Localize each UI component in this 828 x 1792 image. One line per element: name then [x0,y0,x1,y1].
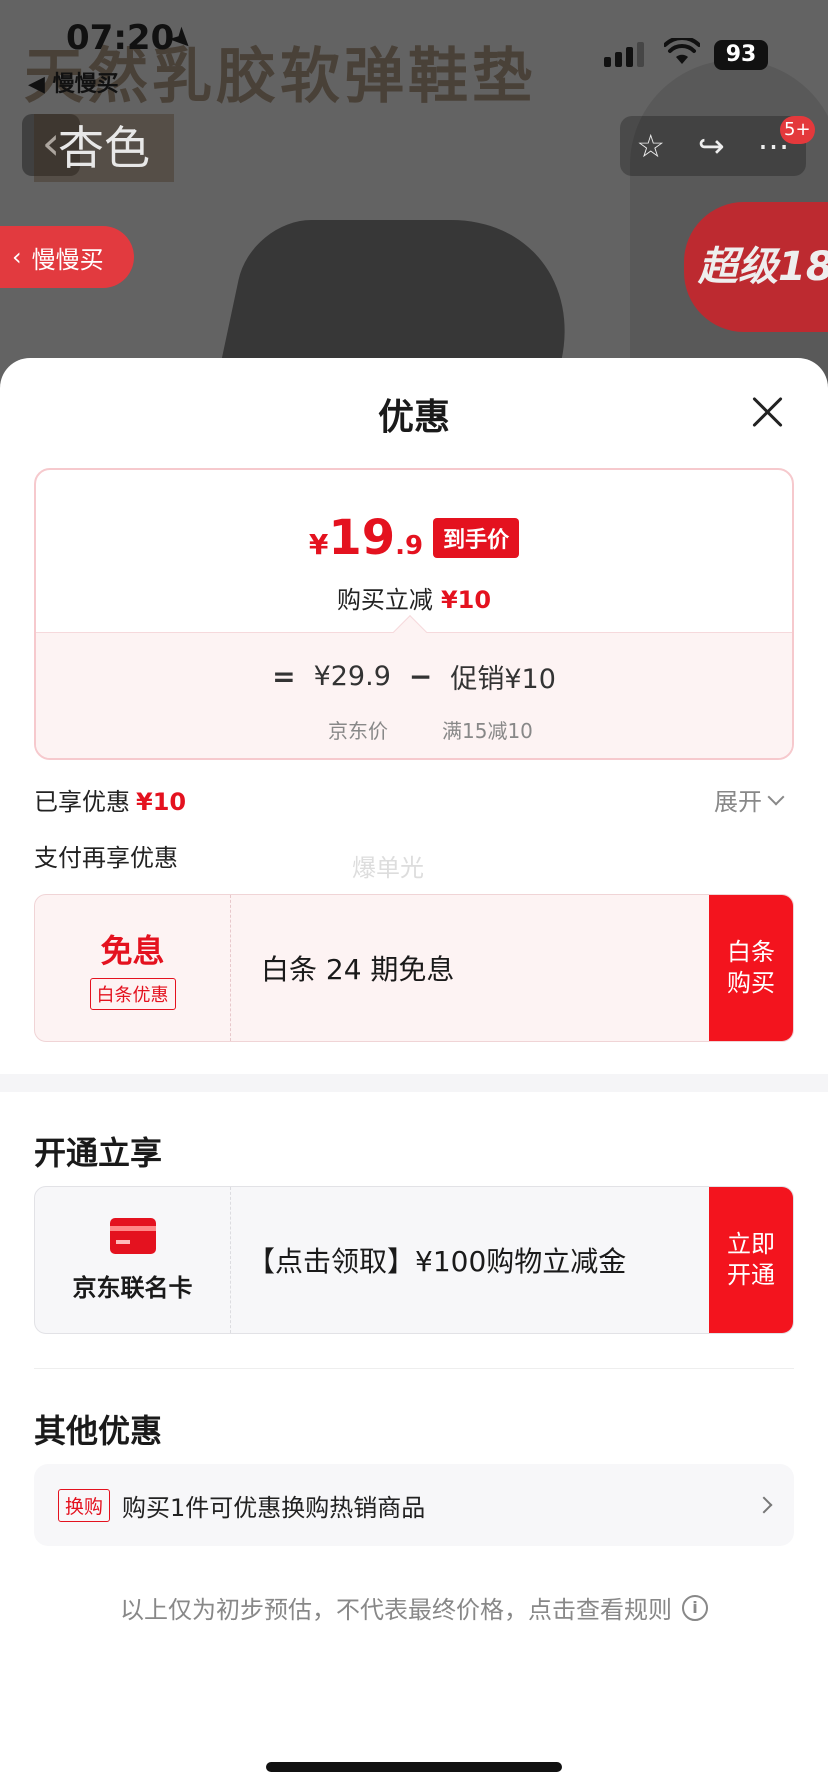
instant-discount-amount: ¥10 [440,586,492,614]
baitiao-buy-label: 白条购买 [727,937,775,997]
instant-discount: 购买立减 ¥10 [36,580,792,615]
pay-more-label: 支付再享优惠 [34,844,178,872]
open-now-label: 立即开通 [727,1229,775,1289]
watermark-text: 爆单光 [352,854,424,882]
enjoyed-discount: 已享优惠 ¥10 [34,782,186,817]
divider-line [34,1368,794,1369]
currency-symbol: ¥ [308,528,329,561]
open-section-title: 开通立享 [34,1134,163,1172]
section-divider [0,1074,828,1092]
enjoyed-amount: ¥10 [136,788,187,816]
open-now-button[interactable]: 立即开通 [709,1187,793,1333]
price-decimal: .9 [395,531,424,561]
jd-card-offer[interactable]: 京东联名卡 【点击领取】¥100购物立减金 立即开通 [34,1186,794,1334]
promo-label: 满15减10 [442,719,533,743]
interest-free-label: 免息 [100,932,165,970]
info-icon[interactable]: i [682,1594,708,1621]
minus-sign: − [408,660,433,693]
equals-sign: = [272,660,296,693]
price-integer: 19 [328,510,396,566]
trade-in-tag: 换购 [58,1488,111,1522]
close-icon[interactable] [742,388,792,438]
instant-discount-label: 购买立减 [336,586,433,614]
chevron-down-icon [767,788,785,805]
jd-price-label: 京东价 [328,719,388,743]
disclaimer-text: 以上仅为初步预估，不代表最终价格，点击查看规则 [120,1596,672,1624]
jd-price: ¥29.9 [313,661,391,692]
cellular-signal-icon [604,42,644,67]
expand-button[interactable]: 展开 [714,782,785,817]
baitiao-badge: 免息 白条优惠 [35,895,231,1041]
share-icon[interactable]: ↪ [698,127,725,165]
message-badge: 5+ [780,116,815,144]
trade-in-offer-row[interactable]: 换购 购买1件可优惠换购热销商品 [34,1464,794,1546]
final-price: ¥ 19 .9 到手价 [36,510,792,566]
chevron-right-icon [755,1496,773,1514]
price-breakdown: = ¥29.9 − 促销¥10 京东价 满15减10 [36,632,792,758]
baitiao-offer-card[interactable]: 免息 白条优惠 白条 24 期免息 白条购买 [34,894,794,1042]
baitiao-tag: 白条优惠 [89,978,176,1010]
credit-card-icon [109,1217,156,1254]
final-price-tag: 到手价 [433,518,520,558]
background-product-page: 天然乳胶软弹鞋垫 07:20 ➤ ◀ 慢慢买 93 ‹ 杏色 ☆ ↪ ⋯ 5+ … [0,0,828,400]
slow-buy-label: 慢慢买 [31,245,104,274]
color-variant-label: 杏色 [34,114,174,182]
slow-buy-button[interactable]: ‹ 慢慢买 [0,226,134,288]
jd-card-name: 京东联名卡 [72,1273,193,1302]
dim-overlay[interactable] [0,0,828,400]
baitiao-buy-button[interactable]: 白条购买 [709,895,793,1041]
status-time: 07:20 [66,18,175,58]
price-card: ¥ 19 .9 到手价 购买立减 ¥10 = ¥29.9 − 促销¥10 京东价 … [34,468,794,760]
product-toolbar: ☆ ↪ ⋯ [620,116,806,176]
sheet-title: 优惠 [377,397,450,438]
discount-sheet: 优惠 ¥ 19 .9 到手价 购买立减 ¥10 = ¥29.9 − 促销¥10 京… [0,358,828,1792]
other-section-title: 其他优惠 [34,1412,163,1450]
disclaimer-link[interactable]: 以上仅为初步预估，不代表最终价格，点击查看规则 i [0,1590,828,1625]
wifi-icon [664,38,700,64]
expand-label: 展开 [714,788,762,816]
price-formula: = ¥29.9 − 促销¥10 [36,657,792,696]
star-icon[interactable]: ☆ [636,127,665,165]
home-indicator[interactable] [266,1762,562,1772]
status-back-app[interactable]: ◀ 慢慢买 [28,66,119,98]
trade-in-text: 购买1件可优惠换购热销商品 [122,1493,426,1522]
jd-card-offer-text: 【点击领取】¥100购物立减金 [247,1245,627,1278]
baitiao-offer-text: 白条 24 期免息 [261,953,455,986]
promo-banner: 超级18 [684,202,828,332]
chevron-left-icon: ‹ [12,243,22,271]
jd-card-badge: 京东联名卡 [35,1187,231,1333]
enjoyed-label: 已享优惠 [34,788,130,816]
price-summary: ¥ 19 .9 到手价 购买立减 ¥10 [36,470,792,632]
battery-indicator: 93 [714,40,768,70]
promo-discount: 促销¥10 [450,664,556,695]
